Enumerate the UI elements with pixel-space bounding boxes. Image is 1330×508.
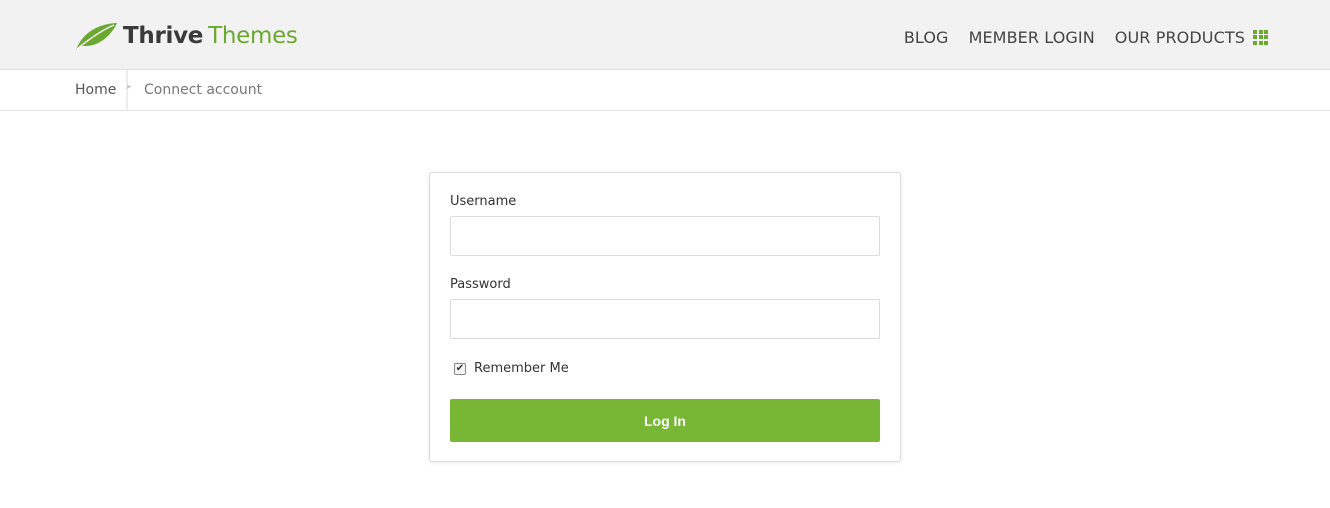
brand-logo[interactable]: Thrive Themes: [74, 20, 298, 52]
password-label: Password: [450, 277, 511, 292]
breadcrumb-current: Connect account: [144, 82, 263, 98]
login-button[interactable]: Log In: [450, 399, 880, 442]
breadcrumb-home-link[interactable]: Home: [75, 82, 116, 98]
main-nav: BLOG MEMBER LOGIN OUR PRODUCTS: [884, 24, 1268, 50]
brand-name-primary: Thrive: [123, 23, 204, 49]
brand-name-secondary: Themes: [208, 23, 298, 49]
remember-me-label[interactable]: Remember Me: [474, 361, 569, 376]
remember-me-checkbox[interactable]: ✔: [454, 362, 466, 375]
username-input[interactable]: [450, 216, 880, 256]
password-input[interactable]: [450, 299, 880, 339]
chevron-right-icon: ▸: [127, 82, 132, 92]
breadcrumb: Home ▸ Connect account: [0, 70, 1330, 111]
username-label: Username: [450, 194, 517, 209]
remember-me-row[interactable]: ✔ Remember Me: [454, 361, 569, 376]
grid-icon[interactable]: [1253, 29, 1268, 45]
login-card: Username Password ✔ Remember Me Log In: [429, 172, 901, 462]
site-header: Thrive Themes BLOG MEMBER LOGIN OUR PROD…: [0, 0, 1330, 70]
nav-item-our-products[interactable]: OUR PRODUCTS: [1115, 28, 1245, 47]
nav-item-blog[interactable]: BLOG: [904, 28, 949, 47]
nav-item-member-login[interactable]: MEMBER LOGIN: [969, 28, 1095, 47]
leaf-icon: [76, 23, 117, 50]
